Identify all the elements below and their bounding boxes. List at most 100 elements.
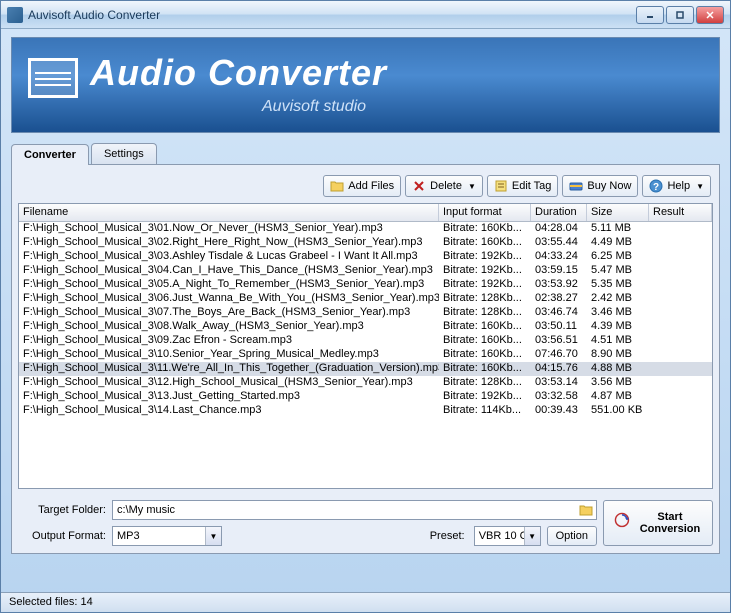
delete-button[interactable]: Delete ▼ <box>405 175 483 197</box>
cell-filename: F:\High_School_Musical_3\04.Can_I_Have_T… <box>19 264 439 278</box>
cell-format: Bitrate: 192Kb... <box>439 264 531 278</box>
cell-filename: F:\High_School_Musical_3\01.Now_Or_Never… <box>19 222 439 236</box>
col-filename[interactable]: Filename <box>19 204 439 221</box>
cell-duration: 03:53.14 <box>531 376 587 390</box>
cell-size: 5.35 MB <box>587 278 649 292</box>
preset-combo[interactable]: VBR 10 CD ▼ <box>474 526 541 546</box>
table-row[interactable]: F:\High_School_Musical_3\06.Just_Wanna_B… <box>19 292 712 306</box>
cell-filename: F:\High_School_Musical_3\12.High_School_… <box>19 376 439 390</box>
cell-result <box>649 348 712 362</box>
cell-format: Bitrate: 128Kb... <box>439 376 531 390</box>
cell-result <box>649 390 712 404</box>
browse-folder-icon[interactable] <box>579 503 593 520</box>
cell-size: 2.42 MB <box>587 292 649 306</box>
start-conversion-button[interactable]: Start Conversion <box>603 500 713 546</box>
cell-duration: 04:33.24 <box>531 250 587 264</box>
svg-text:?: ? <box>653 182 659 193</box>
help-icon: ? <box>649 179 663 193</box>
cell-duration: 07:46.70 <box>531 348 587 362</box>
add-files-label: Add Files <box>348 180 394 192</box>
cell-duration: 00:39.43 <box>531 404 587 418</box>
cell-size: 5.47 MB <box>587 264 649 278</box>
table-row[interactable]: F:\High_School_Musical_3\13.Just_Getting… <box>19 390 712 404</box>
start-conversion-label: Start Conversion <box>638 511 702 535</box>
status-text: Selected files: 14 <box>9 596 93 608</box>
table-row[interactable]: F:\High_School_Musical_3\10.Senior_Year_… <box>19 348 712 362</box>
tabs: Converter Settings <box>11 143 720 165</box>
cell-result <box>649 362 712 376</box>
output-format-combo[interactable]: MP3 ▼ <box>112 526 222 546</box>
maximize-button[interactable] <box>666 6 694 24</box>
toolbar: Add Files Delete ▼ Edit Tag Buy Now ? He… <box>18 171 713 203</box>
tab-settings[interactable]: Settings <box>91 143 157 164</box>
minimize-button[interactable] <box>636 6 664 24</box>
cell-result <box>649 376 712 390</box>
cell-size: 551.00 KB <box>587 404 649 418</box>
edit-icon <box>494 179 508 193</box>
cell-size: 4.39 MB <box>587 320 649 334</box>
tab-converter[interactable]: Converter <box>11 144 89 165</box>
cell-filename: F:\High_School_Musical_3\03.Ashley Tisda… <box>19 250 439 264</box>
cell-format: Bitrate: 160Kb... <box>439 236 531 250</box>
cell-result <box>649 278 712 292</box>
table-row[interactable]: F:\High_School_Musical_3\03.Ashley Tisda… <box>19 250 712 264</box>
cell-size: 4.87 MB <box>587 390 649 404</box>
table-row[interactable]: F:\High_School_Musical_3\12.High_School_… <box>19 376 712 390</box>
table-row[interactable]: F:\High_School_Musical_3\08.Walk_Away_(H… <box>19 320 712 334</box>
list-body: F:\High_School_Musical_3\01.Now_Or_Never… <box>19 222 712 418</box>
folder-open-icon <box>330 179 344 193</box>
col-result[interactable]: Result <box>649 204 712 221</box>
close-button[interactable] <box>696 6 724 24</box>
buy-now-button[interactable]: Buy Now <box>562 175 638 197</box>
cell-format: Bitrate: 128Kb... <box>439 306 531 320</box>
cell-format: Bitrate: 114Kb... <box>439 404 531 418</box>
table-row[interactable]: F:\High_School_Musical_3\14.Last_Chance.… <box>19 404 712 418</box>
target-folder-label: Target Folder: <box>18 504 106 516</box>
cell-filename: F:\High_School_Musical_3\07.The_Boys_Are… <box>19 306 439 320</box>
cell-result <box>649 222 712 236</box>
cell-filename: F:\High_School_Musical_3\02.Right_Here_R… <box>19 236 439 250</box>
col-duration[interactable]: Duration <box>531 204 587 221</box>
cell-duration: 03:50.11 <box>531 320 587 334</box>
target-folder-input[interactable]: c:\My music <box>112 500 597 520</box>
cell-result <box>649 264 712 278</box>
cell-duration: 04:28.04 <box>531 222 587 236</box>
file-list: Filename Input format Duration Size Resu… <box>18 203 713 489</box>
delete-label: Delete <box>430 180 462 192</box>
cell-format: Bitrate: 192Kb... <box>439 390 531 404</box>
option-button[interactable]: Option <box>547 526 597 546</box>
banner: Audio Converter Auvisoft studio <box>11 37 720 133</box>
cell-duration: 03:46.74 <box>531 306 587 320</box>
table-row[interactable]: F:\High_School_Musical_3\02.Right_Here_R… <box>19 236 712 250</box>
edit-tag-button[interactable]: Edit Tag <box>487 175 559 197</box>
cell-size: 4.88 MB <box>587 362 649 376</box>
convert-icon <box>614 512 630 534</box>
add-files-button[interactable]: Add Files <box>323 175 401 197</box>
table-row[interactable]: F:\High_School_Musical_3\04.Can_I_Have_T… <box>19 264 712 278</box>
chevron-down-icon: ▼ <box>524 527 540 545</box>
cell-result <box>649 404 712 418</box>
cell-format: Bitrate: 128Kb... <box>439 292 531 306</box>
cell-result <box>649 250 712 264</box>
cell-filename: F:\High_School_Musical_3\08.Walk_Away_(H… <box>19 320 439 334</box>
cell-duration: 03:32.58 <box>531 390 587 404</box>
help-button[interactable]: ? Help ▼ <box>642 175 711 197</box>
table-row[interactable]: F:\High_School_Musical_3\11.We're_All_In… <box>19 362 712 376</box>
table-row[interactable]: F:\High_School_Musical_3\09.Zac Efron - … <box>19 334 712 348</box>
delete-icon <box>412 179 426 193</box>
cell-result <box>649 292 712 306</box>
table-row[interactable]: F:\High_School_Musical_3\07.The_Boys_Are… <box>19 306 712 320</box>
content-panel: Add Files Delete ▼ Edit Tag Buy Now ? He… <box>11 165 720 554</box>
cell-format: Bitrate: 160Kb... <box>439 348 531 362</box>
cell-result <box>649 306 712 320</box>
cell-duration: 02:38.27 <box>531 292 587 306</box>
app-window: Auvisoft Audio Converter Audio Converter… <box>0 0 731 613</box>
chevron-down-icon: ▼ <box>696 182 704 191</box>
bottom-panel: Target Folder: c:\My music Start Convers… <box>18 499 713 547</box>
cell-size: 8.90 MB <box>587 348 649 362</box>
cell-size: 4.51 MB <box>587 334 649 348</box>
col-input-format[interactable]: Input format <box>439 204 531 221</box>
table-row[interactable]: F:\High_School_Musical_3\05.A_Night_To_R… <box>19 278 712 292</box>
table-row[interactable]: F:\High_School_Musical_3\01.Now_Or_Never… <box>19 222 712 236</box>
col-size[interactable]: Size <box>587 204 649 221</box>
